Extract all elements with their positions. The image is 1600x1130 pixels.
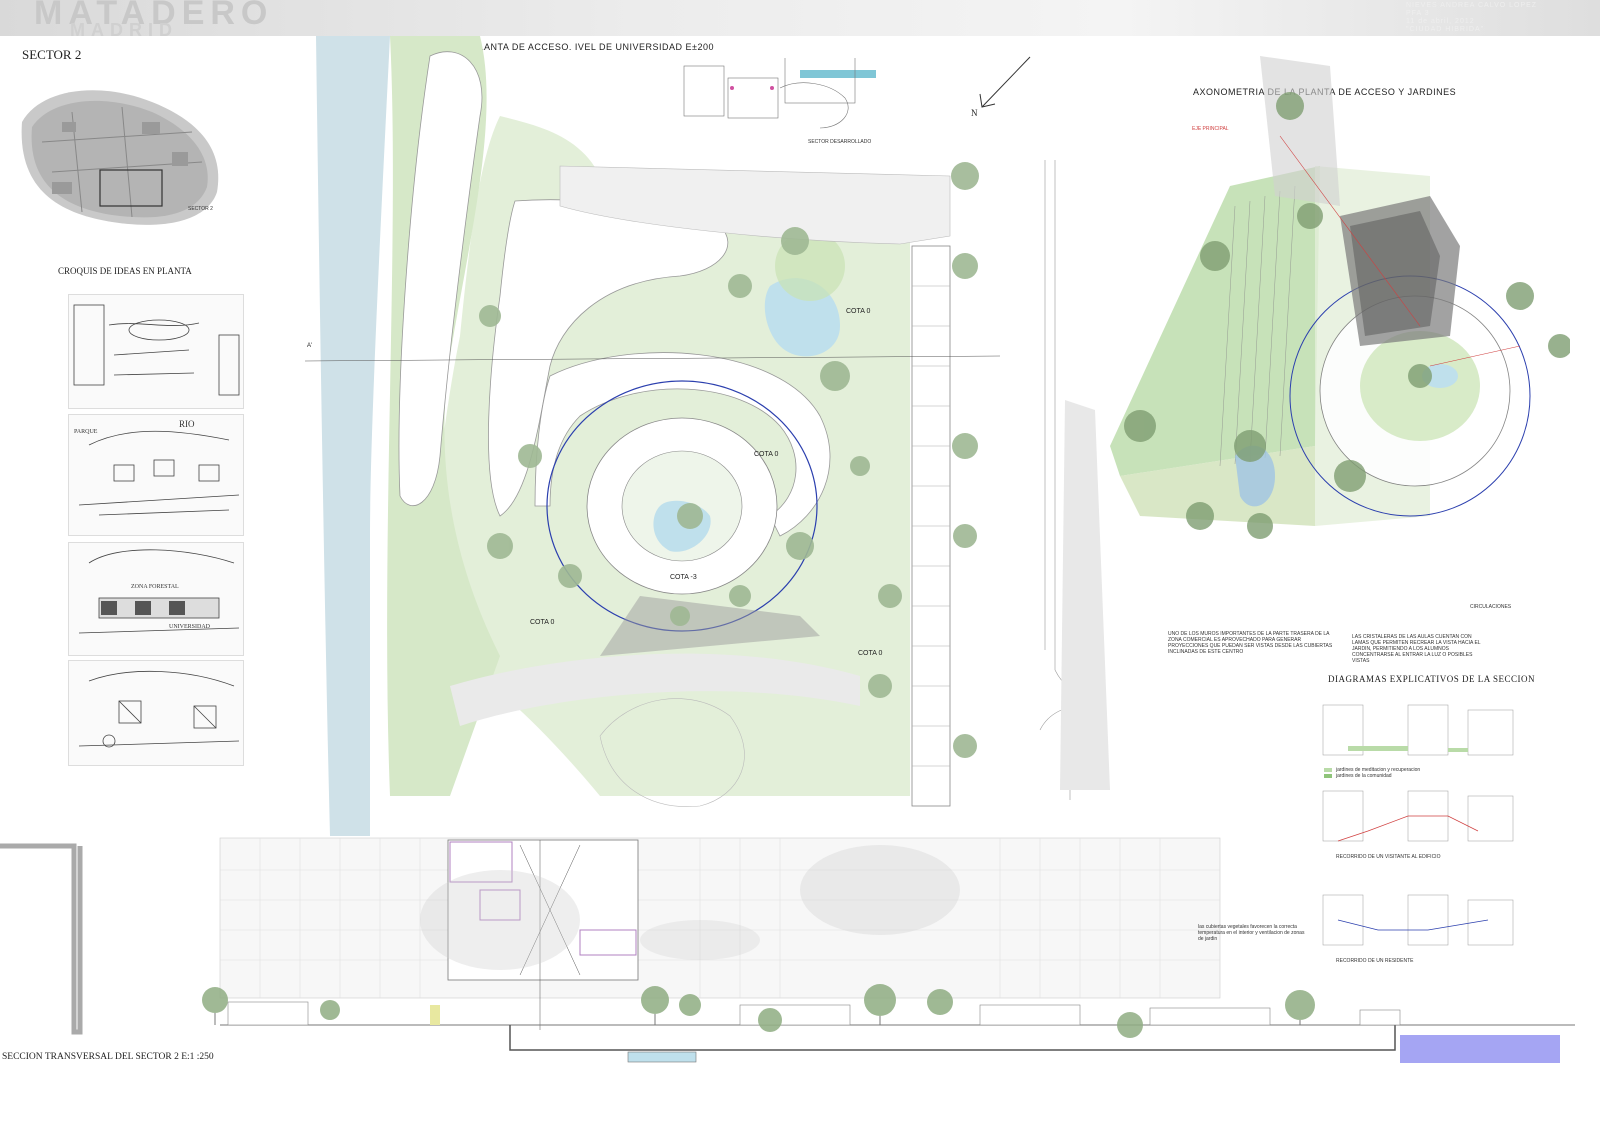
- site-label: SECTOR 2: [188, 206, 213, 212]
- author-date: 11 de abril, 2012: [1406, 18, 1475, 25]
- sketch-1: [68, 294, 244, 409]
- author-block: NIEVES ANDREA CALVO LOPEZ PFA 3 11 de ab…: [1406, 2, 1556, 34]
- sketch-3: ZONA FORESTAL UNIVERSIDAD: [68, 542, 244, 656]
- madrid-logo: MADRID: [70, 20, 178, 40]
- cota-label-5: COTA 0: [858, 650, 883, 657]
- access-plan: [300, 36, 1001, 836]
- cota-label-1: COTA 0: [846, 308, 871, 315]
- cross-section-drawing: [0, 830, 1600, 1070]
- legend-swatch-1: [1324, 768, 1332, 772]
- sketch-2: RIO PARQUE: [68, 414, 244, 536]
- sector-title: SECTOR 2: [22, 47, 82, 62]
- section-title: SECCION TRANSVERSAL DEL SECTOR 2 E:1 :25…: [2, 1052, 214, 1062]
- sketch-title: CROQUIS DE IDEAS EN PLANTA: [58, 266, 192, 276]
- sketch-4: [68, 660, 244, 766]
- sketch-note-forestal: ZONA FORESTAL: [131, 584, 179, 590]
- cota-label-3: COTA 0: [530, 619, 555, 626]
- sketch-note-univ: UNIVERSIDAD: [169, 624, 211, 630]
- section-mark-left: A': [307, 343, 313, 349]
- sketch-note-rio: RIO: [179, 419, 195, 429]
- cota-label-4: COTA -3: [670, 574, 697, 581]
- author-name: NIEVES ANDREA CALVO LOPEZ: [1406, 2, 1538, 9]
- author-course: PFA 3: [1406, 10, 1430, 17]
- project-name: "CIUDAD HIBRIDA": [1406, 26, 1485, 33]
- axo-label-principal: EJE PRINCIPAL: [1192, 126, 1229, 132]
- axonometry-drawing: [1100, 46, 1572, 606]
- section-note: las cubiertas vegetales favorecen la cor…: [1198, 924, 1305, 942]
- diagram-1: [1318, 700, 1518, 766]
- legend-swatch-2: [1324, 774, 1332, 778]
- axo-note-1: UNO DE LOS MUROS IMPORTANTES DE LA PARTE…: [1168, 631, 1333, 655]
- sketch-note-parque: PARQUE: [74, 429, 98, 435]
- cota-label-2: COTA 0: [754, 451, 779, 458]
- legend-label-2: jardines de la comunidad: [1336, 773, 1392, 779]
- axo-note-2: LAS CRISTALERAS DE LAS AULAS CUENTAN CON…: [1352, 634, 1481, 664]
- axo-label-jardines: CIRCULACIONES: [1470, 604, 1512, 610]
- diagrams-title: DIAGRAMAS EXPLICATIVOS DE LA SECCION: [1328, 674, 1536, 684]
